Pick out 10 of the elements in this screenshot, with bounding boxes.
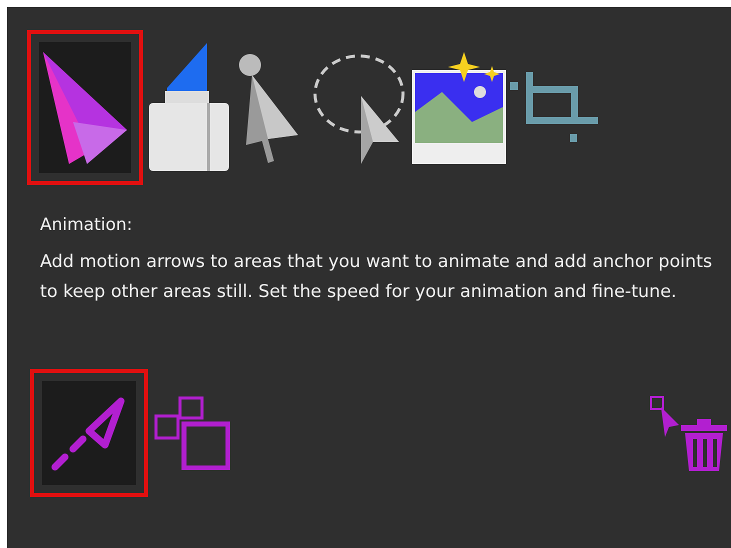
tool-button[interactable] — [27, 30, 143, 185]
paper-plane-icon — [43, 52, 127, 164]
trash-icon — [649, 395, 729, 471]
marker-icon — [147, 42, 231, 172]
description-text: Add motion arrows to areas that you want to animate and add anchor points to keep other areas still. Set the speed for your animation and fine-tune. — [40, 251, 714, 304]
squares-icon — [154, 396, 230, 470]
description-title: Animation: — [40, 215, 134, 235]
crop-icon — [510, 72, 598, 144]
motion-arrow-icon — [51, 395, 127, 471]
picture-icon — [412, 52, 506, 164]
